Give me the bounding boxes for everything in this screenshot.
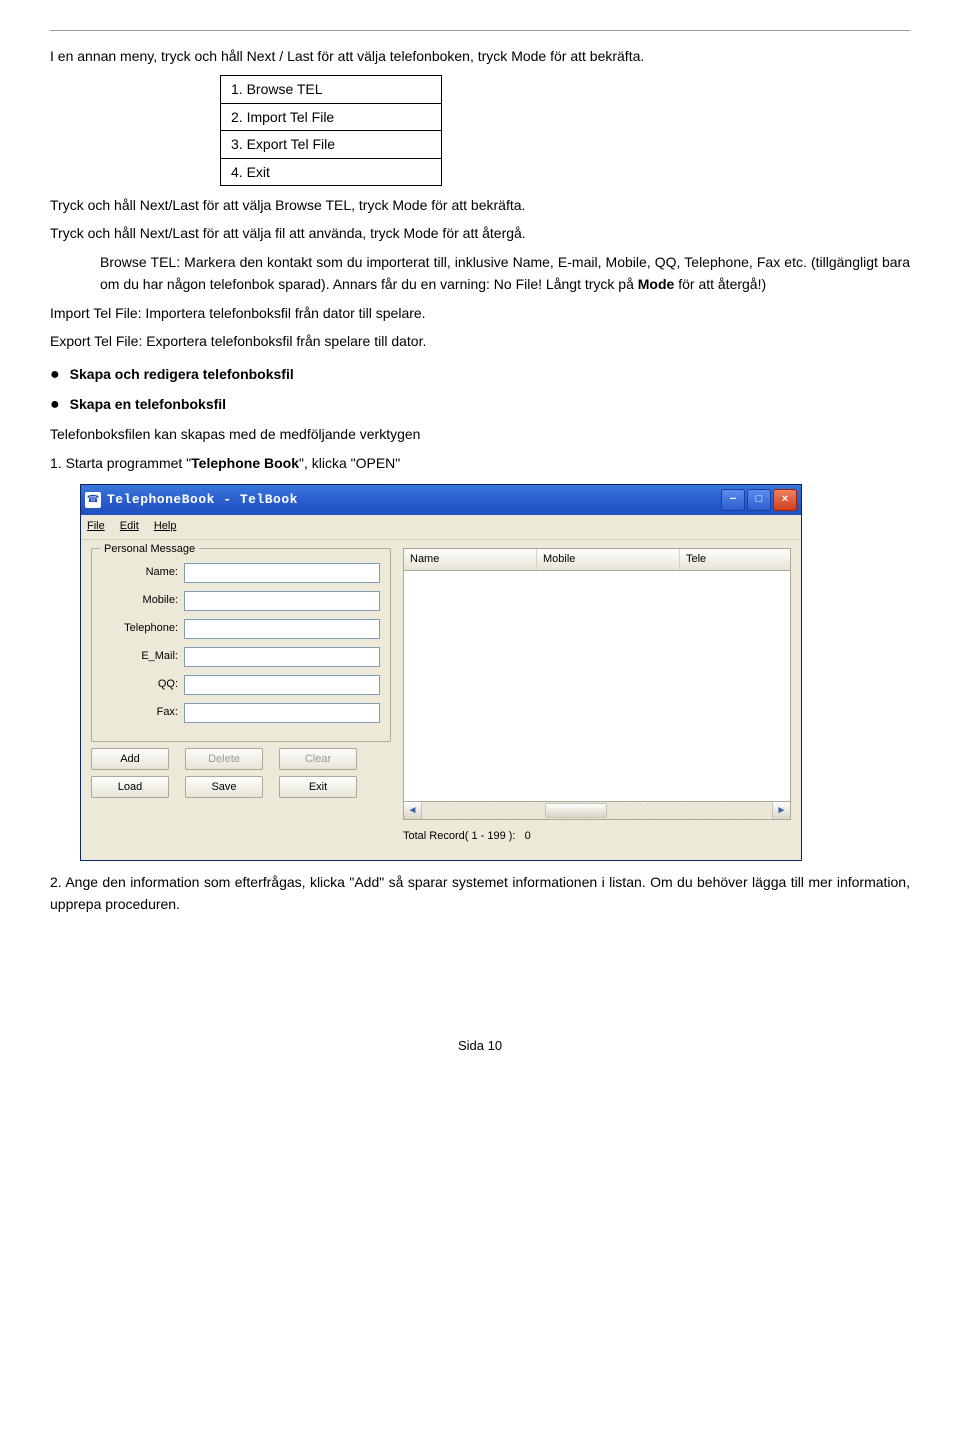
qq-label: QQ: (102, 676, 178, 694)
minimize-button[interactable]: − (721, 489, 745, 511)
add-button[interactable]: Add (91, 748, 169, 770)
window-titlebar: ☎ TelephoneBook - TelBook − □ × (81, 485, 801, 515)
bullet-item: Skapa och redigera telefonboksfil (50, 362, 910, 388)
menu-row: 3. Export Tel File (221, 131, 442, 158)
mobile-field[interactable] (184, 591, 380, 611)
total-record: Total Record( 1 - 199 ): 0 (403, 828, 791, 846)
menu-row: 4. Exit (221, 158, 442, 185)
load-button[interactable]: Load (91, 776, 169, 798)
email-label: E_Mail: (102, 648, 178, 666)
paragraph: Export Tel File: Exportera telefonboksfi… (50, 330, 910, 352)
menu-row: 2. Import Tel File (221, 103, 442, 130)
scroll-thumb[interactable] (545, 803, 607, 818)
paragraph: Import Tel File: Importera telefonboksfi… (50, 302, 910, 324)
col-tele[interactable]: Tele (680, 549, 790, 571)
bullet-item: Skapa en telefonboksfil (50, 392, 910, 418)
paragraph-browse-tel: Browse TEL: Markera den kontakt som du i… (100, 251, 910, 296)
paragraph: 1. Starta programmet "Telephone Book", k… (50, 452, 910, 474)
list-header: Name Mobile Tele (403, 548, 791, 572)
email-field[interactable] (184, 647, 380, 667)
paragraph: Tryck och håll Next/Last för att välja f… (50, 222, 910, 244)
maximize-button[interactable]: □ (747, 489, 771, 511)
scroll-right-icon[interactable]: ► (772, 802, 790, 819)
group-legend: Personal Message (100, 541, 199, 559)
close-button[interactable]: × (773, 489, 797, 511)
paragraph: 2. Ange den information som efterfrågas,… (50, 871, 910, 916)
intro-text: I en annan meny, tryck och håll Next / L… (50, 45, 910, 67)
paragraph: Telefonboksfilen kan skapas med de medfö… (50, 423, 910, 445)
options-table: 1. Browse TEL 2. Import Tel File 3. Expo… (220, 75, 442, 186)
name-label: Name: (102, 564, 178, 582)
delete-button[interactable]: Delete (185, 748, 263, 770)
fax-label: Fax: (102, 704, 178, 722)
telephone-label: Telephone: (102, 620, 178, 638)
col-mobile[interactable]: Mobile (537, 549, 680, 571)
exit-button[interactable]: Exit (279, 776, 357, 798)
horizontal-scrollbar[interactable]: ◄ ► (403, 802, 791, 820)
list-body[interactable] (403, 571, 791, 802)
menu-bar: File Edit Help (81, 515, 801, 540)
window-title: TelephoneBook - TelBook (107, 490, 719, 511)
name-field[interactable] (184, 563, 380, 583)
clear-button[interactable]: Clear (279, 748, 357, 770)
menu-help[interactable]: Help (154, 520, 177, 532)
page-footer: Sida 10 (50, 1036, 910, 1057)
telephone-field[interactable] (184, 619, 380, 639)
app-icon: ☎ (85, 492, 101, 508)
scroll-track[interactable] (422, 802, 772, 819)
col-name[interactable]: Name (404, 549, 537, 571)
qq-field[interactable] (184, 675, 380, 695)
telbook-window: ☎ TelephoneBook - TelBook − □ × File Edi… (80, 484, 802, 861)
scroll-left-icon[interactable]: ◄ (404, 802, 422, 819)
paragraph: Tryck och håll Next/Last för att välja B… (50, 194, 910, 216)
personal-message-group: Personal Message Name: Mobile: Telephone… (91, 548, 391, 742)
mobile-label: Mobile: (102, 592, 178, 610)
menu-row: 1. Browse TEL (221, 76, 442, 103)
fax-field[interactable] (184, 703, 380, 723)
menu-edit[interactable]: Edit (120, 520, 139, 532)
menu-file[interactable]: File (87, 520, 105, 532)
save-button[interactable]: Save (185, 776, 263, 798)
